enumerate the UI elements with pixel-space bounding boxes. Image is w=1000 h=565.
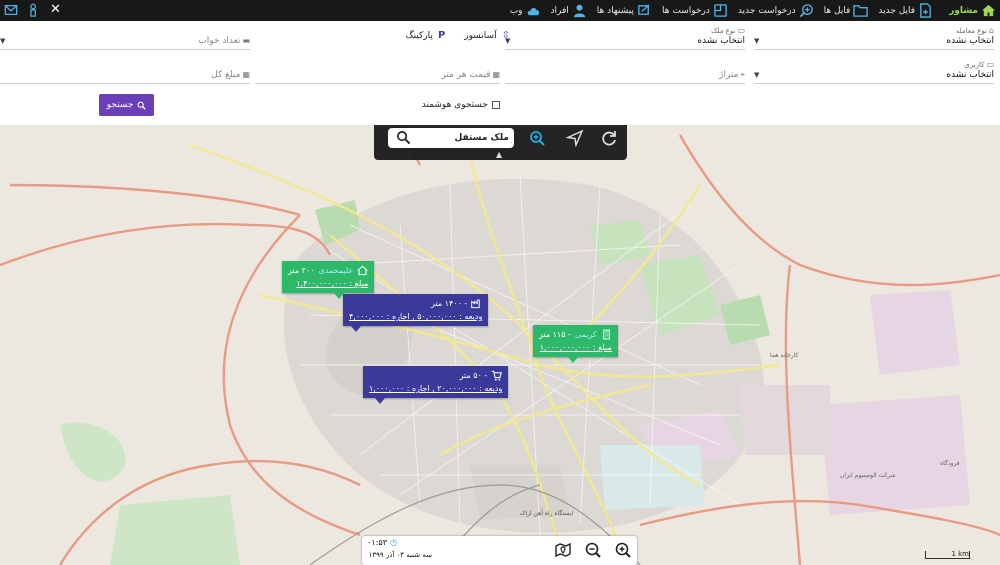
price-icon: ▦ [492,70,500,79]
zoom-out-icon[interactable] [584,541,602,559]
request-icon [714,4,727,17]
nav-new-file[interactable]: فایل جدید [878,3,933,18]
brand-home[interactable]: مشاور [949,3,996,18]
usage-icon: ▭ [986,60,994,69]
map-pin[interactable]: علیمحمدی ۲۰۰ متر مبلغ : ۱,۴۰۰,۰۰۰,۰۰۰ [282,261,375,299]
nav-people[interactable]: افراد [551,3,587,18]
cloud-icon [527,7,539,16]
mail-icon[interactable] [4,3,18,17]
map-toolbar: ملک مستقل ▲ [374,125,627,160]
chevron-down-icon: ▼ [0,37,6,45]
bedrooms-input[interactable]: ▬تعداد خواب ▼ [0,24,250,50]
filter-panel: ⌂نوع معامله انتخاب نشده ▼ ▭نوع ملک انتخا… [0,21,1000,125]
map-label-airport: فرودگاه [940,459,960,467]
refresh-icon[interactable] [600,129,618,147]
map-pin[interactable]: - ۵۰ متر ودیعه : ۲۰,۰۰۰,۰۰۰ , اجاره : ۱,… [363,366,509,404]
file-add-icon [920,3,931,18]
nav-web[interactable]: وب [510,3,541,18]
zoom-in-icon[interactable] [614,541,632,559]
nav-files[interactable]: فایل ها [824,3,869,18]
total-price-input[interactable]: ▦مبلغ کل [0,58,250,84]
person-icon [573,4,585,18]
building-icon [603,329,610,340]
property-type-icon: ▭ [737,26,745,35]
date-label: سه شنبه ۰۴ آذر ۱۳۹۹ [368,551,432,559]
smart-search-checkbox[interactable] [492,101,500,109]
home-icon [981,4,996,17]
factory-icon [471,299,481,309]
nav-requests[interactable]: درخواست ها [662,3,728,18]
chevron-down-icon: ▼ [754,37,760,45]
elevator-label[interactable]: آسانسور [464,31,496,41]
parking-label[interactable]: پارکینگ [406,31,433,41]
map-label-aluminium: شرکت الومینیوم ایران [840,472,896,479]
top-left-tools: ✕ [4,2,61,18]
clock: ◷ ۰۱:۵۳ [367,538,397,547]
map-view[interactable]: کارخانه هما شرکت الومینیوم ایران فرودگاه… [0,125,1000,565]
map-pin[interactable]: - ۱۴۰۰ متر ودیعه : ۵۰,۰۰۰,۰۰۰ , اجاره : … [343,294,489,332]
price-per-meter-input[interactable]: ▦قیمت هر متر [255,58,500,84]
property-type-select[interactable]: ▭نوع ملک انتخاب نشده ▼ [505,24,745,50]
search-plus-icon [799,4,813,18]
search-icon [137,101,147,110]
smart-search-toggle[interactable]: جستجوی هوشمند [422,100,500,110]
map-label-hema: کارخانه هما [770,352,799,359]
deal-type-select[interactable]: ⌂نوع معامله انتخاب نشده ▼ [754,24,994,50]
offer-icon [638,4,650,15]
collapse-toolbar-icon[interactable]: ▲ [496,150,502,159]
map-tiles: کارخانه هما شرکت الومینیوم ایران فرودگاه… [0,125,1000,565]
close-icon[interactable]: ✕ [50,2,61,18]
usage-select[interactable]: ▭کاربری انتخاب نشده ▼ [754,58,994,84]
user-settings-icon[interactable] [27,3,41,17]
map-bottom-bar: ◷ ۰۱:۵۳ سه شنبه ۰۴ آذر ۱۳۹۹ [362,536,637,565]
feature-checks: ⇳ آسانسور P پارکینگ [406,30,510,41]
deal-type-icon: ⌂ [988,26,994,35]
locate-arrow-icon[interactable] [566,129,584,147]
nav-offers[interactable]: پیشنهاد ها [597,3,652,18]
folder-icon [853,5,869,17]
map-search-input[interactable]: ملک مستقل [388,128,514,148]
cart-icon [492,370,503,381]
bed-icon: ▬ [242,36,250,45]
elevator-icon[interactable]: ⇳ [502,30,510,41]
parking-icon[interactable]: P [438,30,445,41]
house-icon [357,265,368,276]
top-navbar: مشاور فایل جدید فایل ها درخواست جدید درخ… [0,0,1000,21]
map-scale: 1 km [925,551,970,559]
search-button[interactable]: جستجو [99,94,154,116]
search-icon[interactable] [396,130,411,145]
chevron-down-icon: ▼ [754,71,760,79]
area-icon: ⌖ [740,70,745,79]
map-layers-icon[interactable] [554,541,572,559]
area-input[interactable]: ⌖متراژ [505,58,745,84]
zoom-search-icon[interactable] [528,129,546,147]
nav-new-request[interactable]: درخواست جدید [738,3,814,18]
map-pin[interactable]: کریمی - ۱۱۵ متر مبلغ : ۱,۰۰۰,۰۰۰,۰۰۰ [533,325,618,363]
map-label-station: ایستگاه راه آهن اراک [520,508,574,517]
money-icon: ▦ [242,70,250,79]
clock-icon: ◷ [390,538,397,547]
